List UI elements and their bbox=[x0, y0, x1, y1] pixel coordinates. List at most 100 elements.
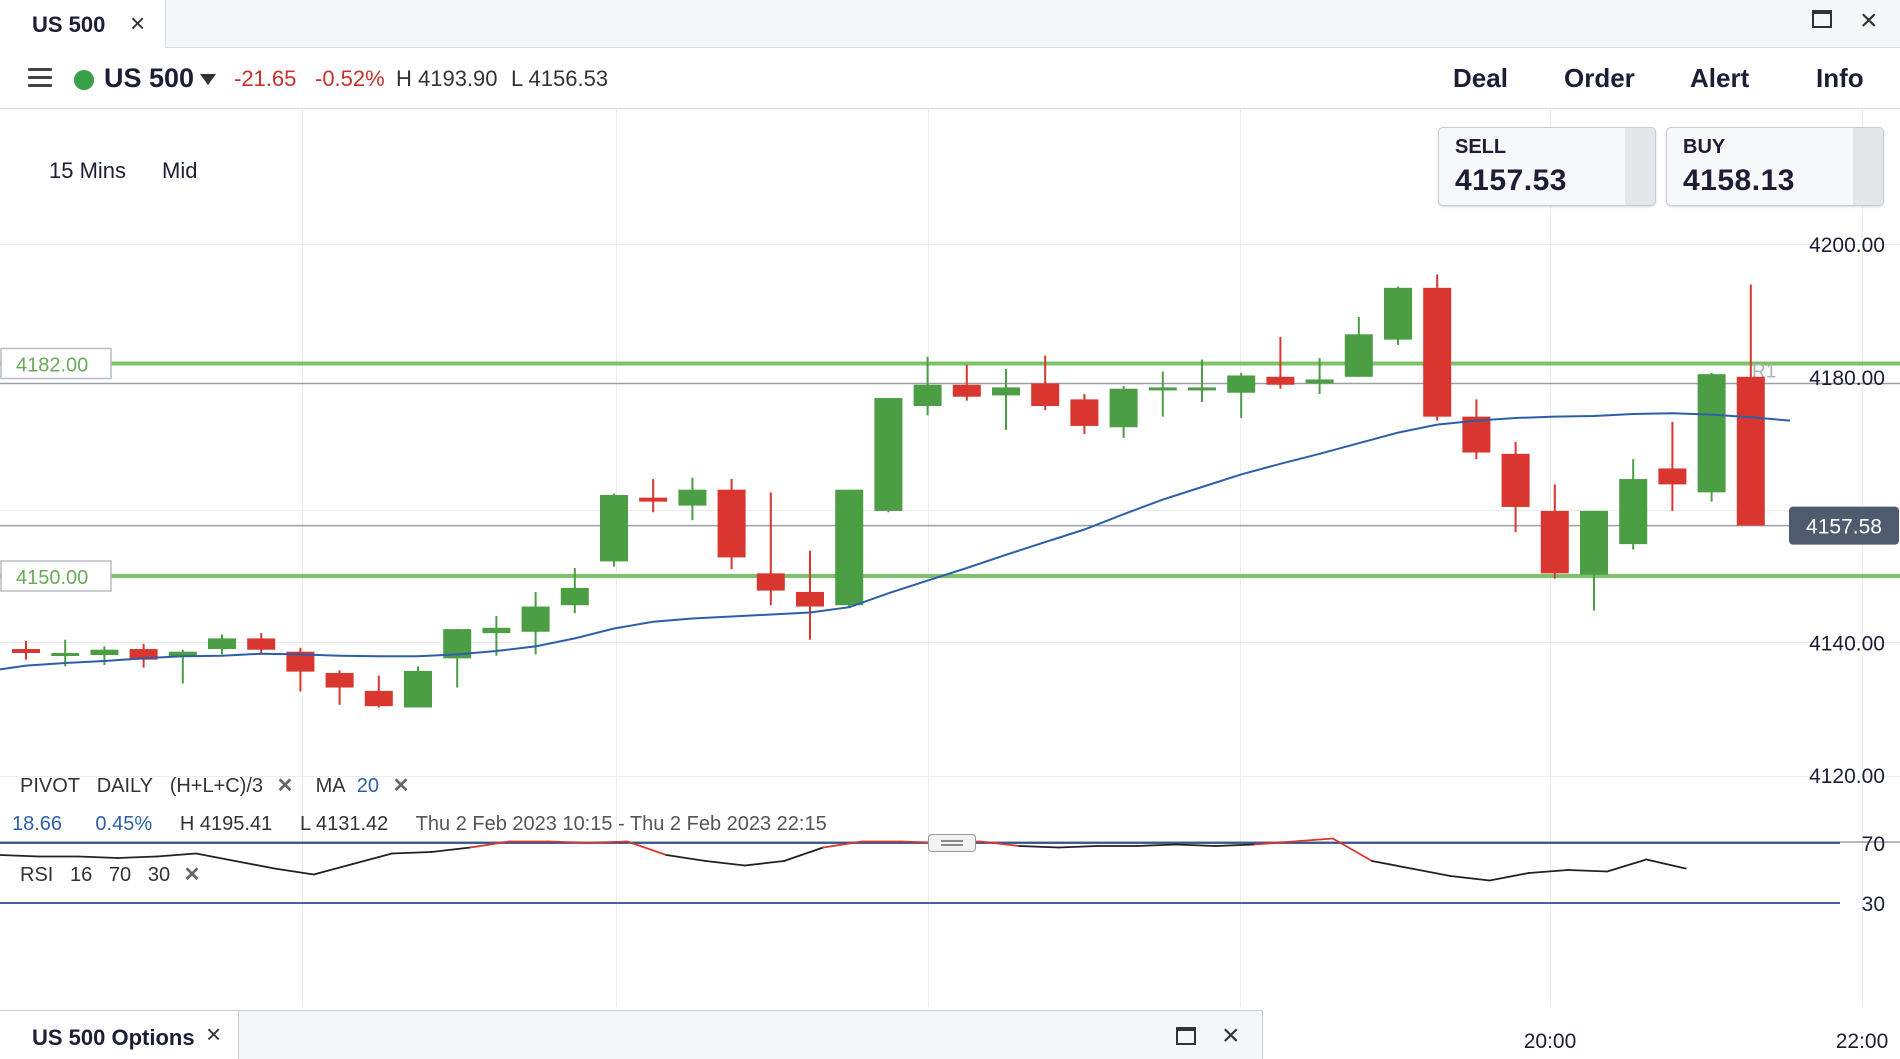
sell-side-strip bbox=[1625, 128, 1655, 205]
rsi-line-segment bbox=[430, 846, 472, 853]
ma-period: 20 bbox=[356, 775, 379, 797]
pivot-formula: (H+L+C)/3 bbox=[169, 775, 264, 797]
options-maximize-icon[interactable] bbox=[1176, 1027, 1196, 1045]
rsi-line-segment bbox=[783, 846, 825, 862]
panel-resize-handle[interactable] bbox=[928, 834, 976, 852]
candle-body bbox=[835, 489, 864, 606]
candle-body bbox=[51, 653, 80, 657]
remove-rsi-icon[interactable]: ✕ bbox=[184, 864, 201, 886]
time-axis-label: 20:00 bbox=[1524, 1030, 1577, 1053]
candle-body bbox=[90, 649, 119, 656]
candle-body bbox=[1580, 510, 1608, 575]
pivot-period: DAILY bbox=[96, 775, 154, 797]
candle-body bbox=[1736, 376, 1765, 526]
rsi-line-segment bbox=[1567, 869, 1609, 873]
options-panel: US 500 Options × × bbox=[0, 1010, 1263, 1059]
candle-body bbox=[1384, 287, 1412, 340]
sell-button[interactable]: SELL 4157.53 bbox=[1438, 127, 1656, 206]
time-axis-label: 22:00 bbox=[1836, 1030, 1889, 1053]
rsi-line-segment bbox=[312, 863, 354, 876]
rsi-line-segment bbox=[1175, 843, 1217, 847]
rsi-line-segment bbox=[0, 854, 41, 858]
last-price-label: 4157.58 bbox=[1806, 516, 1882, 539]
candle-body bbox=[247, 638, 276, 650]
price-type-selector[interactable]: Mid bbox=[162, 158, 197, 184]
rsi-lower: 30 bbox=[147, 864, 171, 886]
rsi-line-segment bbox=[1488, 872, 1530, 882]
options-close-icon[interactable]: × bbox=[1222, 1019, 1240, 1053]
rsi-line-segment bbox=[391, 851, 433, 855]
rsi-period: 16 bbox=[70, 864, 93, 886]
candle-body bbox=[208, 638, 236, 650]
rsi-line-segment bbox=[1371, 860, 1413, 870]
rsi-legend: RSI 16 70 30 ✕ bbox=[20, 862, 200, 887]
options-tab-title: US 500 Options bbox=[32, 1025, 195, 1050]
candle-body bbox=[952, 384, 981, 397]
rsi-line-segment bbox=[1057, 845, 1099, 849]
buy-side-strip bbox=[1853, 128, 1883, 205]
rsi-line-segment bbox=[234, 860, 276, 870]
rsi-line-segment bbox=[1292, 837, 1334, 843]
ma-label: MA bbox=[315, 775, 346, 797]
rsi-axis-label: 70 bbox=[1862, 833, 1885, 856]
candle-body bbox=[1501, 453, 1530, 507]
candle-body bbox=[639, 497, 668, 502]
pivot-label: PIVOT bbox=[20, 775, 81, 797]
rsi-line-segment bbox=[1527, 869, 1569, 874]
price-axis-label: 4200.00 bbox=[1809, 234, 1885, 257]
rsi-line-segment bbox=[155, 852, 197, 858]
range-low: L 4131.42 bbox=[300, 813, 389, 835]
rsi-line-segment bbox=[351, 852, 393, 865]
remove-pivot-icon[interactable]: ✕ bbox=[277, 775, 294, 797]
tab-us500-options[interactable]: US 500 Options × bbox=[0, 1011, 239, 1059]
candle-body bbox=[796, 591, 824, 607]
rsi-line-segment bbox=[116, 855, 158, 859]
rsi-line-segment bbox=[1645, 858, 1687, 870]
candle-body bbox=[1658, 468, 1687, 485]
range-dates: Thu 2 Feb 2023 10:15 - Thu 2 Feb 2023 22… bbox=[415, 813, 827, 835]
rsi-line-segment bbox=[665, 854, 707, 862]
candle-body bbox=[404, 670, 432, 708]
timeframe-selector[interactable]: 15 Mins bbox=[49, 158, 126, 184]
candle-body bbox=[992, 387, 1020, 396]
range-change-pct: 0.45% bbox=[95, 813, 153, 835]
candle-body bbox=[717, 489, 746, 558]
candle-body bbox=[913, 384, 942, 407]
candle-body bbox=[1070, 399, 1099, 426]
buy-button[interactable]: BUY 4158.13 bbox=[1666, 127, 1884, 206]
rsi-axis-label: 30 bbox=[1862, 893, 1885, 916]
candle-body bbox=[1148, 387, 1177, 391]
rsi-line-segment bbox=[1018, 845, 1060, 849]
candle-body bbox=[1423, 287, 1452, 417]
candle-body bbox=[1305, 379, 1334, 384]
candle-body bbox=[12, 649, 40, 654]
range-change: 18.66 bbox=[12, 813, 63, 835]
sell-label: SELL bbox=[1455, 136, 1507, 158]
level-label: 4182.00 bbox=[16, 355, 88, 377]
rsi-line-segment bbox=[77, 855, 119, 859]
indicator-legend: PIVOT DAILY (H+L+C)/3 ✕ MA 20 ✕ bbox=[20, 773, 409, 798]
candle-body bbox=[521, 606, 550, 632]
candle-body bbox=[1227, 375, 1256, 393]
rsi-line-segment bbox=[1135, 843, 1177, 847]
rsi-line-segment bbox=[743, 860, 785, 867]
candle-body bbox=[1619, 479, 1648, 545]
candle-body bbox=[1344, 334, 1373, 377]
options-tab-close-icon[interactable]: × bbox=[206, 1019, 221, 1050]
rsi-line-segment bbox=[273, 867, 315, 876]
candle-body bbox=[482, 627, 511, 634]
candle-body bbox=[874, 398, 903, 511]
candle-body bbox=[756, 573, 785, 591]
sell-price: 4157.53 bbox=[1455, 164, 1567, 197]
candle-body bbox=[600, 494, 628, 562]
rsi-upper: 70 bbox=[108, 864, 132, 886]
candle-body bbox=[364, 690, 393, 707]
candle-body bbox=[1031, 383, 1060, 407]
rsi-label: RSI bbox=[20, 864, 54, 886]
candle-body bbox=[1540, 510, 1569, 574]
candle-body bbox=[1697, 374, 1726, 493]
rsi-line-segment bbox=[1410, 867, 1452, 877]
price-axis-label: 4180.00 bbox=[1809, 367, 1885, 390]
remove-ma-icon[interactable]: ✕ bbox=[393, 775, 410, 797]
range-high: H 4195.41 bbox=[179, 813, 273, 835]
